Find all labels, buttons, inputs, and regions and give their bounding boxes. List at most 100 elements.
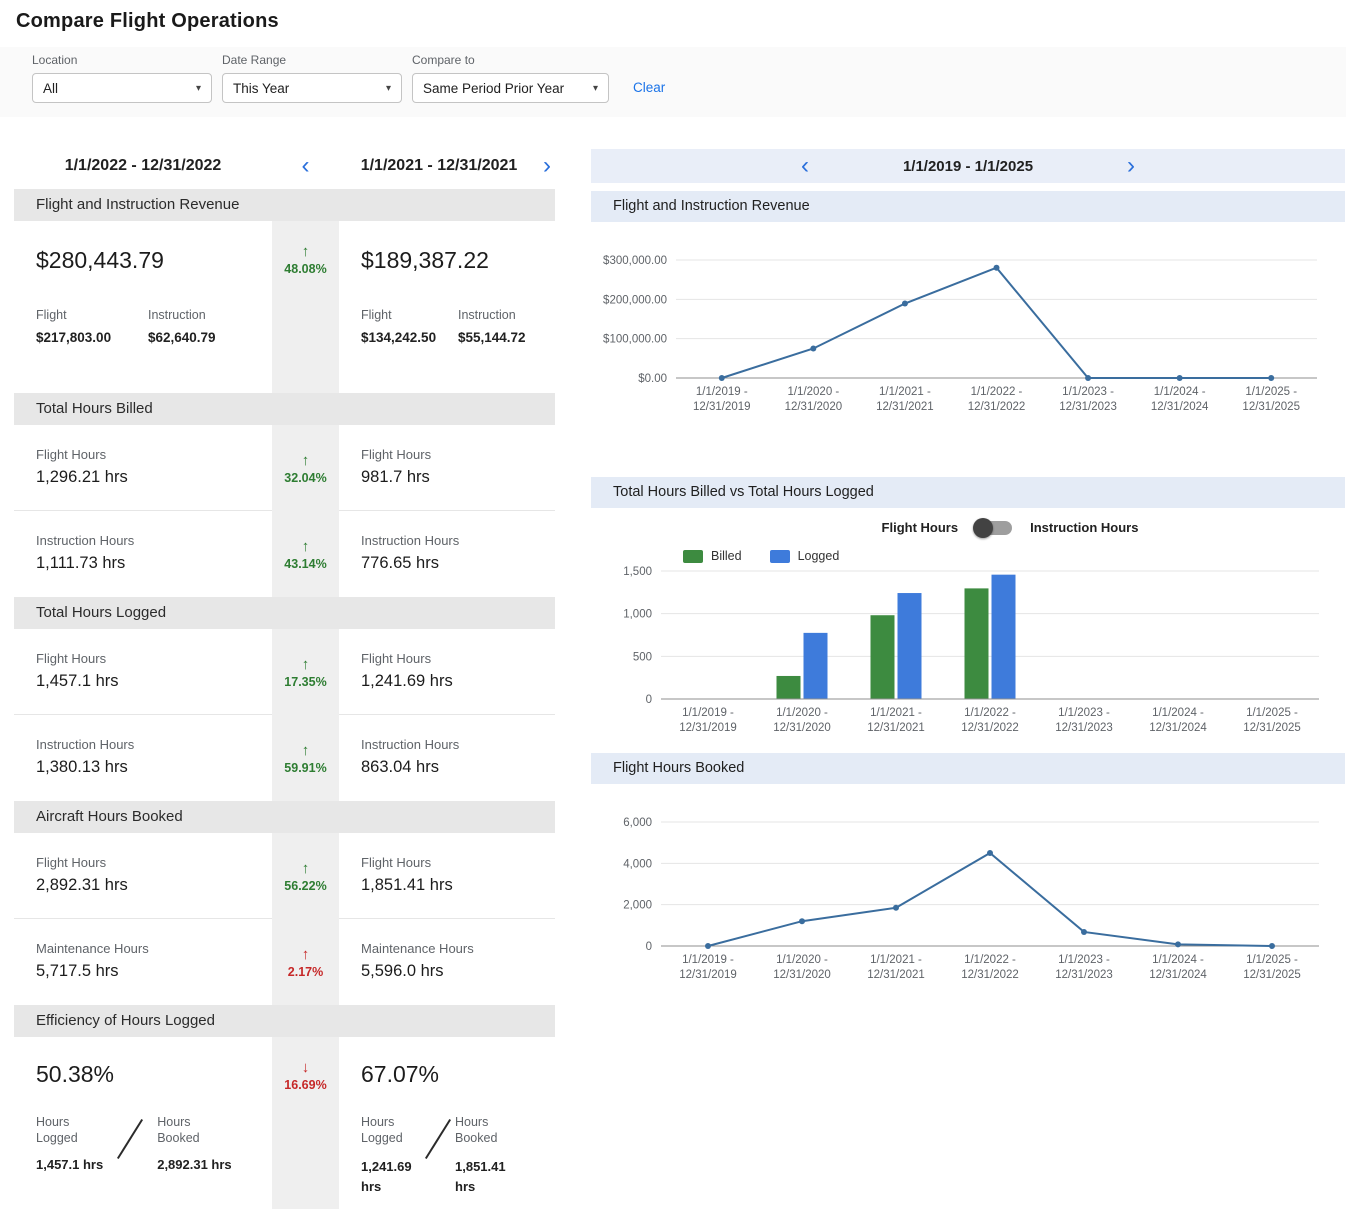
svg-text:1/1/2024 -: 1/1/2024 - (1152, 707, 1204, 719)
arrow-up-icon: ↑ (302, 860, 310, 877)
svg-text:1/1/2021 -: 1/1/2021 - (870, 954, 922, 966)
section-header-hours-logged: Total Hours Logged (14, 597, 555, 629)
filter-bar: Location All ▾ Date Range This Year ▾ Co… (0, 47, 1346, 117)
flight-revenue-value: $217,803.00 (36, 330, 148, 345)
metric-value: 1,380.13 hrs (36, 758, 272, 777)
period-header: 1/1/2022 - 12/31/2022 ‹ 1/1/2021 - 12/31… (14, 149, 555, 183)
svg-text:1/1/2021 -: 1/1/2021 - (879, 386, 931, 398)
arrow-up-icon: ↑ (302, 742, 310, 759)
svg-text:12/31/2021: 12/31/2021 (867, 722, 925, 734)
section-header-revenue: Flight and Instruction Revenue (14, 189, 555, 221)
hours-logged-label: Hours Logged (36, 1114, 88, 1147)
toggle-knob (973, 518, 993, 538)
revenue-current-total: $280,443.79 (36, 247, 272, 274)
hours-chart-legend: Billed Logged (683, 549, 1345, 563)
current-period-label: 1/1/2022 - 12/31/2022 (14, 157, 272, 175)
efficiency-current-cell: 50.38% Hours Logged 1,457.1 hrs Hours Bo… (14, 1037, 272, 1209)
revenue-line-chart: $0.00$100,000.00$200,000.00$300,000.001/… (591, 222, 1345, 422)
previous-period-button[interactable]: ‹ (298, 154, 314, 178)
next-period-button[interactable]: › (539, 154, 555, 178)
metric-change-cell: ↑ 2.17% (272, 919, 339, 1005)
legend-billed-label: Billed (711, 549, 742, 563)
metric-label: Flight Hours (361, 447, 555, 462)
clear-filters-link[interactable]: Clear (633, 80, 665, 95)
svg-text:1/1/2023 -: 1/1/2023 - (1058, 954, 1110, 966)
metric-label: Flight Hours (36, 651, 272, 666)
hours-logged-value: 1,241.69 hrs (361, 1157, 421, 1199)
metric-value: 981.7 hrs (361, 468, 555, 487)
date-range-select[interactable]: This Year ▾ (222, 73, 402, 103)
revenue-current-cell: $280,443.79 Flight $217,803.00 Instructi… (14, 221, 272, 393)
svg-text:1/1/2022 -: 1/1/2022 - (964, 954, 1016, 966)
metric-change-value: 2.17% (288, 965, 323, 979)
efficiency-prior-total: 67.07% (361, 1061, 555, 1088)
svg-text:500: 500 (633, 651, 652, 663)
svg-text:12/31/2019: 12/31/2019 (693, 401, 751, 413)
arrow-down-icon: ↓ (302, 1059, 310, 1076)
svg-text:1/1/2021 -: 1/1/2021 - (870, 707, 922, 719)
metric-value: 1,457.1 hrs (36, 672, 272, 691)
svg-text:1/1/2025 -: 1/1/2025 - (1246, 954, 1298, 966)
date-range-filter: Date Range This Year ▾ (222, 53, 402, 103)
metric-prior-cell: Flight Hours 1,241.69 hrs (339, 629, 555, 715)
svg-text:1,500: 1,500 (623, 566, 652, 578)
booked-chart-block: Flight Hours Booked 02,0004,0006,0001/1/… (591, 753, 1345, 990)
chevron-down-icon: ▾ (196, 83, 201, 94)
location-select[interactable]: All ▾ (32, 73, 212, 103)
svg-text:1/1/2022 -: 1/1/2022 - (971, 386, 1023, 398)
flight-revenue-label: Flight (361, 308, 458, 322)
chart-header-hours: Total Hours Billed vs Total Hours Logged (591, 477, 1345, 508)
svg-text:12/31/2024: 12/31/2024 (1149, 969, 1207, 981)
svg-text:12/31/2019: 12/31/2019 (679, 969, 737, 981)
metric-label: Flight Hours (36, 855, 272, 870)
metric-current-cell: Maintenance Hours 5,717.5 hrs (14, 919, 272, 1005)
revenue-change-cell: ↑ 48.08% (272, 221, 339, 393)
metric-value: 5,596.0 hrs (361, 962, 555, 981)
metric-prior-cell: Maintenance Hours 5,596.0 hrs (339, 919, 555, 1005)
metric-change-value: 56.22% (284, 879, 326, 893)
svg-text:12/31/2024: 12/31/2024 (1149, 722, 1207, 734)
hours-booked-label: Hours Booked (157, 1114, 209, 1147)
metric-label: Flight Hours (36, 447, 272, 462)
svg-text:12/31/2023: 12/31/2023 (1055, 722, 1113, 734)
svg-text:12/31/2024: 12/31/2024 (1151, 401, 1209, 413)
metric-prior-cell: Flight Hours 981.7 hrs (339, 425, 555, 511)
svg-text:$200,000.00: $200,000.00 (603, 294, 667, 306)
legend-logged: Logged (770, 549, 840, 563)
metric-value: 1,241.69 hrs (361, 672, 555, 691)
chart-range-previous-button[interactable]: ‹ (797, 154, 813, 178)
instruction-revenue-label: Instruction (148, 308, 260, 322)
svg-text:0: 0 (646, 941, 652, 953)
hours-logged-value: 1,457.1 hrs (36, 1157, 103, 1172)
metric-change-cell: ↑ 43.14% (272, 511, 339, 597)
hours-booked-label: Hours Booked (455, 1114, 507, 1147)
chart-range-label: 1/1/2019 - 1/1/2025 (903, 158, 1033, 175)
compare-to-select[interactable]: Same Period Prior Year ▾ (412, 73, 609, 103)
hours-type-toggle[interactable] (976, 521, 1012, 535)
metric-prior-cell: Flight Hours 1,851.41 hrs (339, 833, 555, 919)
chart-range-next-button[interactable]: › (1123, 154, 1139, 178)
metric-current-cell: Flight Hours 1,457.1 hrs (14, 629, 272, 715)
arrow-up-icon: ↑ (302, 243, 310, 260)
instruction-revenue-label: Instruction (458, 308, 555, 322)
metric-value: 1,851.41 hrs (361, 876, 555, 895)
svg-text:12/31/2021: 12/31/2021 (867, 969, 925, 981)
svg-text:1/1/2020 -: 1/1/2020 - (776, 954, 828, 966)
flight-revenue-value: $134,242.50 (361, 330, 458, 345)
location-selected-value: All (43, 81, 58, 96)
svg-text:12/31/2022: 12/31/2022 (961, 722, 1019, 734)
arrow-up-icon: ↑ (302, 452, 310, 469)
svg-text:0: 0 (646, 694, 652, 706)
svg-text:4,000: 4,000 (623, 858, 652, 870)
svg-text:12/31/2022: 12/31/2022 (961, 969, 1019, 981)
metric-change-value: 43.14% (284, 557, 326, 571)
svg-text:1/1/2020 -: 1/1/2020 - (787, 386, 839, 398)
location-label: Location (32, 53, 212, 67)
svg-text:12/31/2020: 12/31/2020 (785, 401, 843, 413)
chevron-down-icon: ▾ (593, 83, 598, 94)
hours-bar-chart: 05001,0001,5001/1/2019 -12/31/20191/1/20… (591, 563, 1345, 743)
svg-text:1/1/2024 -: 1/1/2024 - (1152, 954, 1204, 966)
metric-value: 2,892.31 hrs (36, 876, 272, 895)
metric-label: Maintenance Hours (361, 941, 555, 956)
date-range-label: Date Range (222, 53, 402, 67)
